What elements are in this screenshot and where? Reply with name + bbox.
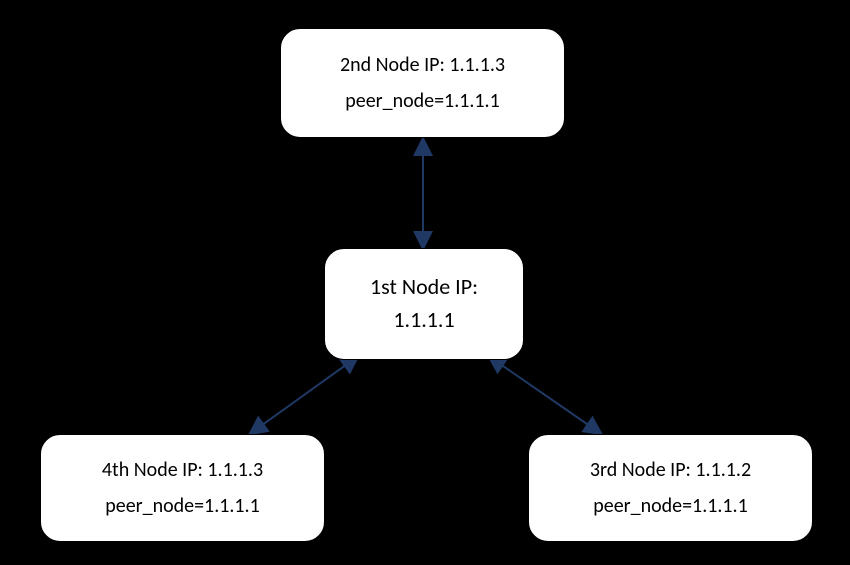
node-4th: 4th Node IP: 1.1.1.3 peer_node=1.1.1.1	[40, 434, 325, 542]
node-3rd: 3rd Node IP: 1.1.1.2 peer_node=1.1.1.1	[528, 434, 813, 542]
node-1st-ip-value: 1.1.1.1	[393, 305, 454, 336]
node-3rd-ip: 3rd Node IP: 1.1.1.2	[590, 456, 751, 484]
node-4th-peer: peer_node=1.1.1.1	[105, 492, 260, 520]
node-3rd-peer: peer_node=1.1.1.1	[593, 492, 748, 520]
node-1st: 1st Node IP: 1.1.1.1	[324, 248, 524, 360]
node-2nd: 2nd Node IP: 1.1.1.3 peer_node=1.1.1.1	[280, 28, 565, 138]
edge-center-bottom-left	[251, 357, 357, 433]
node-2nd-ip: 2nd Node IP: 1.1.1.3	[340, 51, 505, 79]
edge-center-bottom-right	[490, 357, 600, 433]
node-2nd-peer: peer_node=1.1.1.1	[345, 87, 500, 115]
node-1st-ip-label: 1st Node IP:	[370, 272, 478, 303]
node-4th-ip: 4th Node IP: 1.1.1.3	[102, 456, 263, 484]
